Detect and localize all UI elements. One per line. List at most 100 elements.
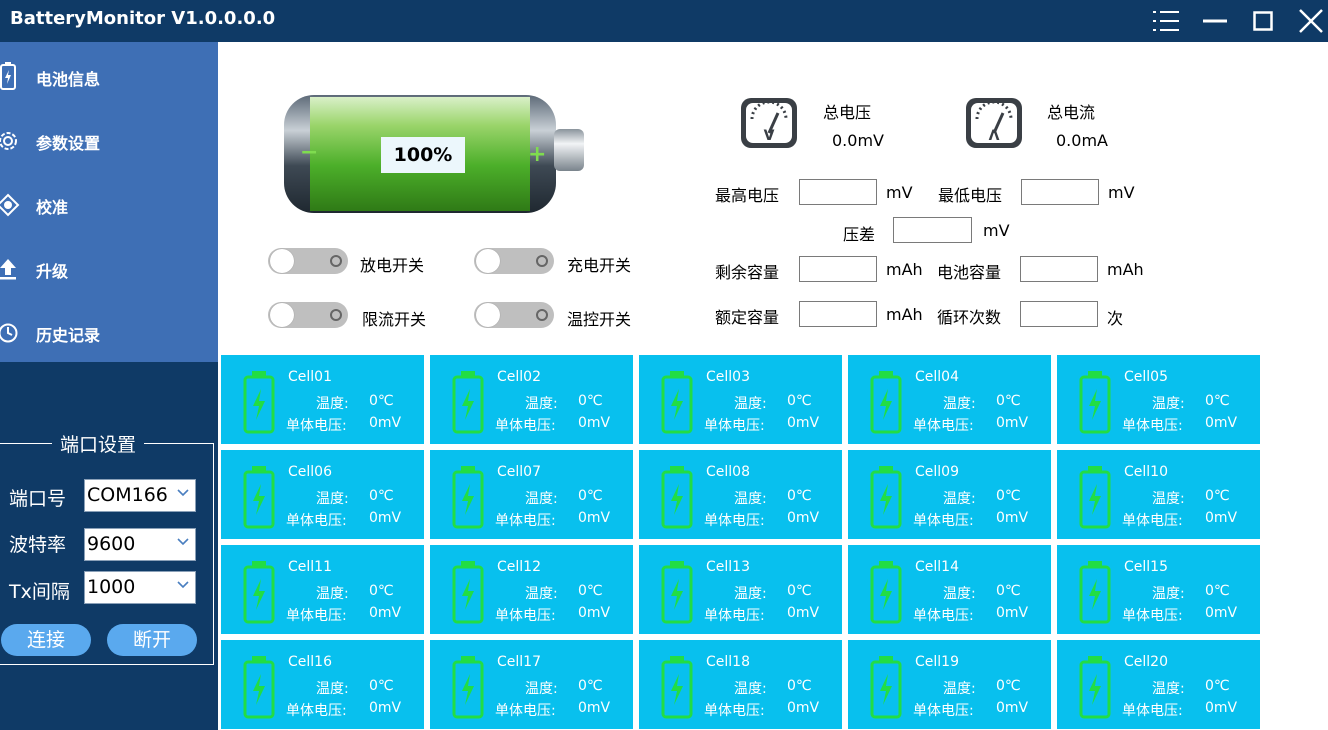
battery-charging-icon xyxy=(661,656,693,719)
current-limit-switch[interactable] xyxy=(268,302,348,328)
remaining-capacity-field[interactable] xyxy=(799,256,877,282)
charge-switch[interactable] xyxy=(474,248,554,274)
cell-voltage-value: 0mV xyxy=(1205,510,1238,526)
cell-temp-value: 0℃ xyxy=(1205,488,1230,504)
cell-voltage-label: 单体电压: xyxy=(286,703,347,719)
cell-card-7: Cell07 温度: 0℃ 单体电压: 0mV xyxy=(430,450,633,539)
disconnect-button[interactable]: 断开 xyxy=(107,624,197,656)
cell-card-20: Cell20 温度: 0℃ 单体电压: 0mV xyxy=(1057,640,1260,729)
cell-name: Cell09 xyxy=(915,464,959,480)
cell-card-11: Cell11 温度: 0℃ 单体电压: 0mV xyxy=(221,545,424,634)
cell-card-4: Cell04 温度: 0℃ 单体电压: 0mV xyxy=(848,355,1051,444)
cell-voltage-value: 0mV xyxy=(787,510,820,526)
cell-temp-label: 温度: xyxy=(943,491,976,507)
cell-temp-label: 温度: xyxy=(316,586,349,602)
cell-card-10: Cell10 温度: 0℃ 单体电压: 0mV xyxy=(1057,450,1260,539)
cell-voltage-label: 单体电压: xyxy=(1122,703,1183,719)
discharge-switch[interactable] xyxy=(268,248,348,274)
cell-voltage-label: 单体电压: xyxy=(913,703,974,719)
battery-capacity-field[interactable] xyxy=(1020,256,1098,282)
minimize-icon[interactable] xyxy=(1191,0,1239,42)
sidebar-item-label: 校准 xyxy=(36,198,69,217)
cell-temp-label: 温度: xyxy=(943,396,976,412)
port-select[interactable]: COM166 xyxy=(84,479,196,512)
baud-select[interactable]: 9600 xyxy=(84,528,196,561)
cell-card-17: Cell17 温度: 0℃ 单体电压: 0mV xyxy=(430,640,633,729)
total-current-label: 总电流 xyxy=(1047,103,1096,122)
cell-name: Cell16 xyxy=(288,654,332,670)
cell-temp-value: 0℃ xyxy=(369,393,394,409)
cell-temp-value: 0℃ xyxy=(578,678,603,694)
cell-voltage-label: 单体电压: xyxy=(913,418,974,434)
cycle-count-field[interactable] xyxy=(1020,301,1098,327)
cell-card-16: Cell16 温度: 0℃ 单体电压: 0mV xyxy=(221,640,424,729)
cell-card-15: Cell15 温度: 0℃ 单体电压: 0mV xyxy=(1057,545,1260,634)
nav-menu: 电池信息 参数设置 校准 升级 历史记录 xyxy=(0,42,218,362)
port-select-value: COM166 xyxy=(87,484,168,506)
cell-name: Cell12 xyxy=(497,559,541,575)
cell-temp-value: 0℃ xyxy=(578,393,603,409)
battery-charging-icon xyxy=(1079,656,1111,719)
cell-name: Cell04 xyxy=(915,369,959,385)
remaining-capacity-label: 剩余容量 xyxy=(715,263,780,282)
cell-name: Cell20 xyxy=(1124,654,1168,670)
cell-card-1: Cell01 温度: 0℃ 单体电压: 0mV xyxy=(221,355,424,444)
menu-icon[interactable] xyxy=(1142,0,1190,42)
cell-temp-value: 0℃ xyxy=(1205,393,1230,409)
sidebar-item-calibrate[interactable]: 校准 xyxy=(0,172,218,236)
port-settings-title: 端口设置 xyxy=(52,430,145,457)
cell-voltage-value: 0mV xyxy=(996,605,1029,621)
cell-voltage-value: 0mV xyxy=(578,605,611,621)
cell-temp-value: 0℃ xyxy=(369,583,394,599)
cell-name: Cell05 xyxy=(1124,369,1168,385)
sidebar-item-battery-info[interactable]: 电池信息 xyxy=(0,44,218,108)
cell-name: Cell11 xyxy=(288,559,332,575)
cell-voltage-value: 0mV xyxy=(787,415,820,431)
cell-temp-label: 温度: xyxy=(734,396,767,412)
temp-control-switch[interactable] xyxy=(474,302,554,328)
tx-select-value: 1000 xyxy=(87,576,136,598)
cell-name: Cell19 xyxy=(915,654,959,670)
cell-temp-value: 0℃ xyxy=(1205,678,1230,694)
baud-label: 波特率 xyxy=(9,534,67,556)
cycle-count-label: 循环次数 xyxy=(937,308,1002,327)
cell-voltage-value: 0mV xyxy=(996,510,1029,526)
cell-voltage-value: 0mV xyxy=(1205,700,1238,716)
battery-charging-icon xyxy=(1079,561,1111,624)
current-gauge-icon: Λ xyxy=(966,98,1022,148)
max-voltage-field[interactable] xyxy=(799,179,877,205)
rated-capacity-field[interactable] xyxy=(799,301,877,327)
sidebar-item-history[interactable]: 历史记录 xyxy=(0,300,218,364)
cell-name: Cell07 xyxy=(497,464,541,480)
sidebar-item-settings[interactable]: 参数设置 xyxy=(0,108,218,172)
clock-icon xyxy=(0,318,22,346)
battery-charging-icon xyxy=(870,466,902,529)
cell-temp-label: 温度: xyxy=(1152,396,1185,412)
voltage-diff-field[interactable] xyxy=(893,217,972,243)
cell-temp-label: 温度: xyxy=(1152,586,1185,602)
close-icon[interactable] xyxy=(1287,0,1328,42)
battery-capacity-unit: mAh xyxy=(1107,260,1144,279)
svg-text:Λ: Λ xyxy=(989,128,1000,144)
cycle-count-unit: 次 xyxy=(1107,309,1124,328)
min-voltage-field[interactable] xyxy=(1021,179,1099,205)
cell-temp-label: 温度: xyxy=(943,681,976,697)
sidebar-item-upgrade[interactable]: 升级 xyxy=(0,236,218,300)
battery-charging-icon xyxy=(870,371,902,434)
cell-voltage-label: 单体电压: xyxy=(286,418,347,434)
cell-voltage-value: 0mV xyxy=(1205,605,1238,621)
cell-voltage-label: 单体电压: xyxy=(704,608,765,624)
cell-temp-label: 温度: xyxy=(734,586,767,602)
rated-capacity-unit: mAh xyxy=(886,305,923,324)
tx-select[interactable]: 1000 xyxy=(84,571,196,604)
cell-name: Cell18 xyxy=(706,654,750,670)
maximize-icon[interactable] xyxy=(1239,0,1287,42)
cell-temp-value: 0℃ xyxy=(787,678,812,694)
connect-button[interactable]: 连接 xyxy=(1,624,91,656)
cell-temp-value: 0℃ xyxy=(787,488,812,504)
battery-charging-icon xyxy=(243,656,275,719)
cell-temp-label: 温度: xyxy=(316,491,349,507)
cell-voltage-label: 单体电压: xyxy=(1122,608,1183,624)
cell-voltage-label: 单体电压: xyxy=(704,513,765,529)
cell-name: Cell14 xyxy=(915,559,959,575)
